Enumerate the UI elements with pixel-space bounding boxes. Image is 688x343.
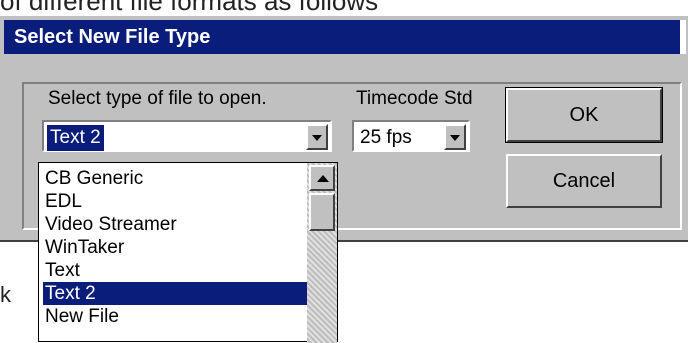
document-text-fragment: k	[0, 282, 11, 307]
chevron-down-icon	[312, 135, 322, 141]
file-type-combo[interactable]: Text 2	[42, 120, 332, 152]
scroll-up-button[interactable]	[309, 165, 335, 191]
file-type-dropdown-list[interactable]: CB Generic EDL Video Streamer WinTaker T…	[38, 162, 338, 343]
list-item[interactable]: Video Streamer	[43, 213, 311, 236]
chevron-down-icon	[450, 135, 460, 141]
timecode-value: 25 fps	[360, 127, 412, 148]
timecode-label: Timecode Std	[356, 88, 473, 109]
timecode-dropdown-button[interactable]	[444, 124, 466, 150]
file-type-value: Text 2	[47, 125, 104, 151]
chevron-up-icon	[317, 175, 329, 182]
list-item[interactable]: WinTaker	[43, 236, 311, 259]
dialog-title-bar[interactable]: Select New File Type	[4, 20, 686, 54]
list-item[interactable]: New File	[43, 305, 311, 328]
cancel-button[interactable]: Cancel	[506, 154, 662, 208]
dialog-title: Select New File Type	[14, 26, 211, 48]
file-type-label: Select type of file to open.	[48, 88, 267, 109]
file-type-dropdown-button[interactable]	[306, 124, 328, 150]
document-heading-fragment: of different file formats as follows	[0, 0, 379, 16]
ok-button[interactable]: OK	[505, 87, 663, 143]
timecode-combo[interactable]: 25 fps	[352, 120, 470, 152]
title-bar-edge	[680, 20, 686, 54]
list-item[interactable]: EDL	[43, 190, 311, 213]
list-item[interactable]: CB Generic	[43, 167, 311, 190]
list-item-selected[interactable]: Text 2	[43, 282, 311, 305]
scroll-thumb[interactable]	[309, 193, 335, 231]
list-scrollbar[interactable]	[307, 163, 337, 343]
list-item[interactable]: Text	[43, 259, 311, 282]
